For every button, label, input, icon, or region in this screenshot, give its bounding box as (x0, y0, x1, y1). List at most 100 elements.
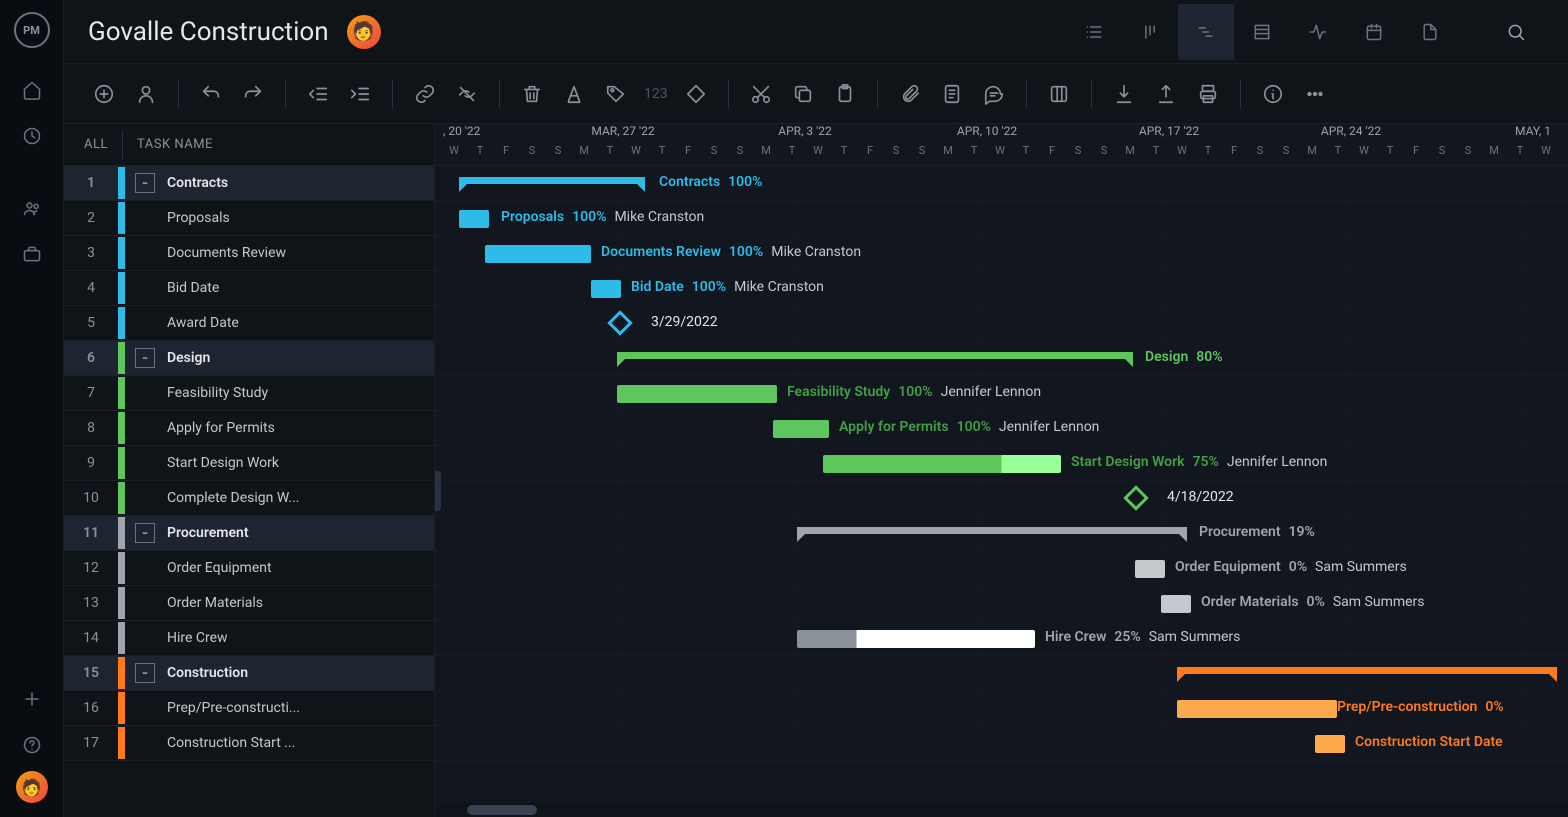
timeline-day: S (727, 144, 753, 157)
gantt-row: Order Equipment0%Sam Summers (435, 551, 1568, 586)
col-task-name[interactable]: TASK NAME (123, 137, 213, 152)
help-icon[interactable] (12, 725, 52, 765)
undo-icon[interactable] (193, 76, 229, 112)
task-name: Construction (155, 665, 248, 681)
task-row[interactable]: 10 Complete Design W... (64, 481, 434, 516)
timeline-day: T (467, 144, 493, 157)
panel-resize-handle[interactable] (435, 471, 441, 511)
task-bar[interactable] (591, 280, 621, 298)
gantt-chart[interactable]: Contracts100%Proposals100%Mike CranstonD… (435, 166, 1568, 761)
attach-icon[interactable] (892, 76, 928, 112)
home-icon[interactable] (12, 70, 52, 110)
link-icon[interactable] (407, 76, 443, 112)
timeline-day: S (1091, 144, 1117, 157)
user-avatar[interactable]: 🧑 (16, 771, 48, 803)
task-bar[interactable] (459, 210, 489, 228)
task-bar[interactable] (1177, 700, 1337, 718)
row-number: 16 (64, 700, 118, 716)
color-indicator (118, 237, 125, 269)
row-number: 7 (64, 385, 118, 401)
timeline-day: T (1013, 144, 1039, 157)
tag-icon[interactable] (598, 76, 634, 112)
paste-icon[interactable] (827, 76, 863, 112)
task-row[interactable]: 13 Order Materials (64, 586, 434, 621)
scroll-thumb[interactable] (467, 805, 537, 815)
timeline-date: APR, 24 '22 (1321, 124, 1381, 138)
milestone-icon[interactable] (678, 76, 714, 112)
delete-icon[interactable] (514, 76, 550, 112)
summary-bar[interactable] (797, 527, 1187, 534)
gantt-row: Design80% (435, 341, 1568, 376)
team-icon[interactable] (12, 188, 52, 228)
timeline-day: T (779, 144, 805, 157)
clock-icon[interactable] (12, 116, 52, 156)
task-row[interactable]: 12 Order Equipment (64, 551, 434, 586)
task-row[interactable]: 15 − Construction (64, 656, 434, 691)
task-bar[interactable] (1161, 595, 1191, 613)
horizontal-scrollbar[interactable] (435, 803, 1568, 817)
task-row[interactable]: 14 Hire Crew (64, 621, 434, 656)
assign-icon[interactable] (128, 76, 164, 112)
task-bar[interactable] (1135, 560, 1165, 578)
task-bar[interactable] (1315, 735, 1345, 753)
task-bar[interactable] (485, 245, 591, 263)
task-row[interactable]: 1 − Contracts (64, 166, 434, 201)
add-icon[interactable] (12, 679, 52, 719)
task-bar[interactable] (797, 630, 1035, 648)
outdent-icon[interactable] (300, 76, 336, 112)
briefcase-icon[interactable] (12, 234, 52, 274)
info-icon[interactable] (1255, 76, 1291, 112)
indent-icon[interactable] (342, 76, 378, 112)
project-owner-avatar[interactable]: 🧑 (347, 15, 381, 49)
view-calendar-icon[interactable] (1346, 4, 1402, 60)
bar-label: Order Equipment0%Sam Summers (1175, 559, 1407, 575)
view-activity-icon[interactable] (1290, 4, 1346, 60)
task-row[interactable]: 5 Award Date (64, 306, 434, 341)
app-logo[interactable]: PM (14, 12, 50, 48)
redo-icon[interactable] (235, 76, 271, 112)
cut-icon[interactable] (743, 76, 779, 112)
task-row[interactable]: 4 Bid Date (64, 271, 434, 306)
view-list-icon[interactable] (1066, 4, 1122, 60)
search-icon[interactable] (1488, 4, 1544, 60)
text-style-icon[interactable] (556, 76, 592, 112)
milestone-marker[interactable] (607, 310, 632, 335)
summary-bar[interactable] (617, 352, 1133, 359)
row-number: 10 (64, 490, 118, 506)
export-icon[interactable] (1148, 76, 1184, 112)
collapse-icon[interactable]: − (135, 663, 155, 683)
task-bar[interactable] (823, 455, 1061, 473)
notes-icon[interactable] (934, 76, 970, 112)
comment-icon[interactable] (976, 76, 1012, 112)
collapse-icon[interactable]: − (135, 523, 155, 543)
col-all[interactable]: ALL (64, 137, 122, 152)
view-gantt-icon[interactable] (1178, 4, 1234, 60)
add-task-icon[interactable] (86, 76, 122, 112)
print-icon[interactable] (1190, 76, 1226, 112)
task-row[interactable]: 11 − Procurement (64, 516, 434, 551)
task-bar[interactable] (773, 420, 829, 438)
view-sheet-icon[interactable] (1234, 4, 1290, 60)
collapse-icon[interactable]: − (135, 173, 155, 193)
view-board-icon[interactable] (1122, 4, 1178, 60)
color-indicator (118, 272, 125, 304)
copy-icon[interactable] (785, 76, 821, 112)
task-row[interactable]: 9 Start Design Work (64, 446, 434, 481)
task-row[interactable]: 7 Feasibility Study (64, 376, 434, 411)
summary-bar[interactable] (459, 177, 645, 184)
unlink-icon[interactable] (449, 76, 485, 112)
view-file-icon[interactable] (1402, 4, 1458, 60)
collapse-icon[interactable]: − (135, 348, 155, 368)
task-row[interactable]: 2 Proposals (64, 201, 434, 236)
task-row[interactable]: 16 Prep/Pre-constructi... (64, 691, 434, 726)
task-bar[interactable] (617, 385, 777, 403)
task-row[interactable]: 3 Documents Review (64, 236, 434, 271)
task-row[interactable]: 17 Construction Start ... (64, 726, 434, 761)
import-icon[interactable] (1106, 76, 1142, 112)
milestone-marker[interactable] (1123, 485, 1148, 510)
columns-icon[interactable] (1041, 76, 1077, 112)
summary-bar[interactable] (1177, 667, 1557, 674)
task-row[interactable]: 6 − Design (64, 341, 434, 376)
more-icon[interactable] (1297, 76, 1333, 112)
task-row[interactable]: 8 Apply for Permits (64, 411, 434, 446)
